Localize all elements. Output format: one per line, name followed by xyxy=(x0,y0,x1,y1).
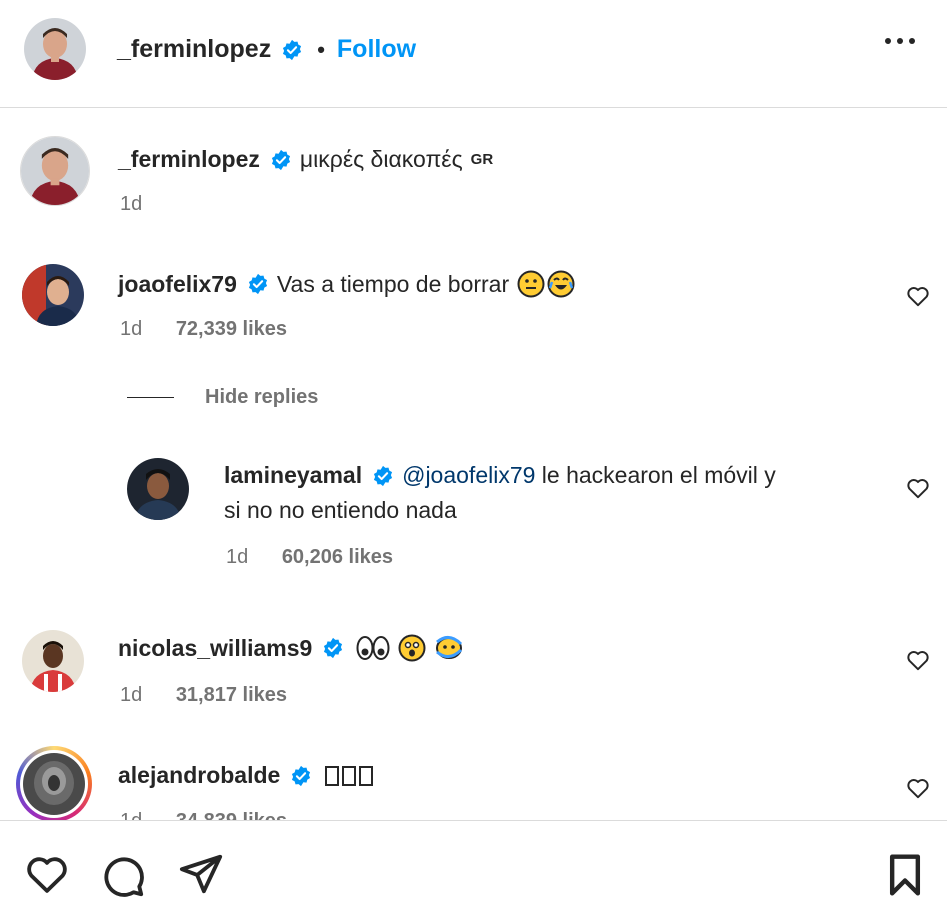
caption-line: _ferminlopez μικρές διακοπές GR xyxy=(118,146,493,173)
caption-flag: GR xyxy=(470,151,494,168)
comment-username[interactable]: alejandrobalde xyxy=(118,762,280,789)
caption-text: μικρές διακοπές xyxy=(299,146,463,172)
comment-username[interactable]: joaofelix79 xyxy=(118,271,237,298)
author-avatar[interactable] xyxy=(24,18,86,80)
share-icon[interactable] xyxy=(178,851,224,897)
verified-icon xyxy=(283,39,302,60)
comment-time: 1d xyxy=(120,684,143,706)
reply-username[interactable]: lamineyamal xyxy=(224,462,362,489)
face-with-spiral-emoji-icon xyxy=(436,636,463,659)
header-separator: • xyxy=(317,36,325,62)
verified-icon xyxy=(374,465,393,486)
reply-line-1: lamineyamal @joaofelix79 le hackearon el… xyxy=(224,462,884,489)
comment-avatar[interactable] xyxy=(22,630,84,692)
reply-meta: 1d 60,206 likes xyxy=(226,546,393,569)
neutral-face-emoji-icon xyxy=(517,270,545,298)
header-user-row: _ferminlopez • Follow xyxy=(117,35,416,64)
astonished-face-emoji-icon xyxy=(398,634,426,662)
comment-line: joaofelix79 Vas a tiempo de borrar xyxy=(118,270,575,298)
bookmark-icon[interactable] xyxy=(885,853,925,897)
reply-body: lamineyamal @joaofelix79 le hackearon el… xyxy=(224,462,884,524)
unsupported-emoji-glyphs xyxy=(322,765,374,786)
comment-icon[interactable] xyxy=(100,853,146,899)
heart-icon[interactable] xyxy=(905,283,931,309)
heart-icon[interactable] xyxy=(905,475,931,501)
caption-avatar[interactable] xyxy=(20,136,90,206)
reply-mention-link[interactable]: @joaofelix79 xyxy=(402,462,535,489)
reply-text-1: le hackearon el móvil y xyxy=(535,462,776,488)
heart-icon[interactable] xyxy=(905,775,931,801)
reply-text-2: si no no entiendo nada xyxy=(224,497,457,523)
post-header: _ferminlopez • Follow xyxy=(0,0,947,108)
verified-icon xyxy=(292,765,311,786)
comment-avatar[interactable] xyxy=(22,264,84,326)
comment-line: nicolas_williams9 xyxy=(118,634,464,662)
comment-meta: 1d 72,339 likes xyxy=(120,318,287,341)
caption-username[interactable]: _ferminlopez xyxy=(118,146,260,173)
comment-likes[interactable]: 31,817 likes xyxy=(176,684,287,706)
hide-replies-button[interactable]: Hide replies xyxy=(205,386,318,409)
story-ring[interactable] xyxy=(16,746,92,822)
comment-avatar xyxy=(23,753,85,815)
reply-avatar[interactable] xyxy=(127,458,189,520)
action-bar xyxy=(0,820,947,918)
comment-line: alejandrobalde xyxy=(118,762,374,789)
hide-replies-divider xyxy=(127,397,174,398)
comment-text: Vas a tiempo de borrar xyxy=(276,270,510,297)
eyes-emoji-icon xyxy=(356,636,390,660)
caption-meta: 1d xyxy=(120,193,142,216)
comment-username[interactable]: nicolas_williams9 xyxy=(118,635,312,662)
verified-icon xyxy=(271,149,290,170)
verified-icon xyxy=(248,273,267,295)
more-icon[interactable] xyxy=(885,38,915,44)
comment-meta: 1d 31,817 likes xyxy=(120,684,287,707)
crying-laughing-emoji-icon xyxy=(547,270,575,298)
header-username[interactable]: _ferminlopez xyxy=(117,35,271,64)
heart-icon[interactable] xyxy=(905,647,931,673)
reply-time: 1d xyxy=(226,546,249,568)
follow-button[interactable]: Follow xyxy=(337,35,416,64)
like-heart-icon[interactable] xyxy=(24,851,70,897)
reply-likes[interactable]: 60,206 likes xyxy=(282,546,393,568)
comment-likes[interactable]: 72,339 likes xyxy=(176,318,287,340)
verified-icon xyxy=(324,637,343,659)
comment-time: 1d xyxy=(120,318,143,340)
caption-time: 1d xyxy=(120,193,143,215)
